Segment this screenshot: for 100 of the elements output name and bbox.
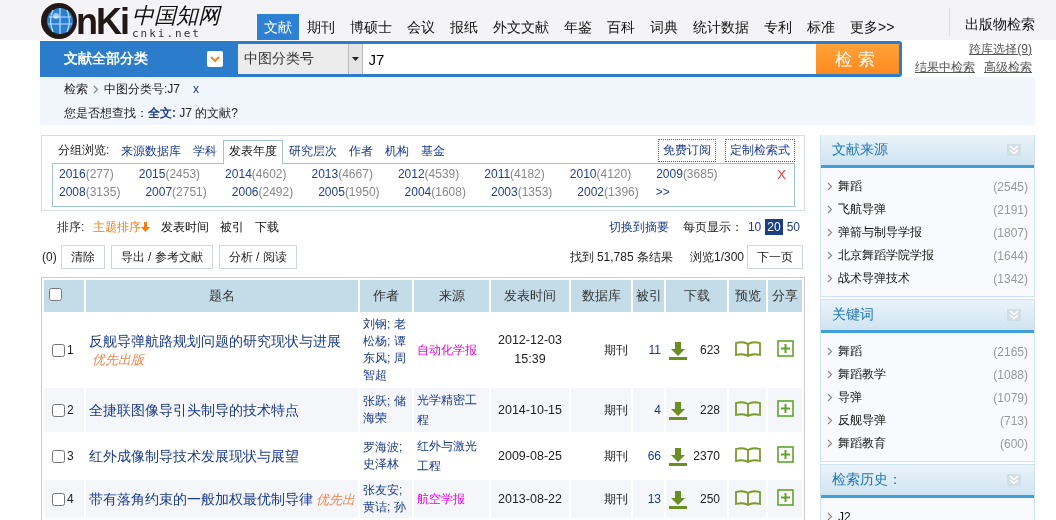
- share-icon[interactable]: [776, 340, 794, 357]
- row-checkbox[interactable]: [52, 343, 65, 357]
- row-checkbox[interactable]: [52, 492, 65, 506]
- sort-option[interactable]: 下载: [255, 218, 280, 236]
- group-tab[interactable]: 学科: [187, 140, 224, 162]
- year-link[interactable]: 2013(4667): [311, 167, 373, 181]
- sort-option[interactable]: 被引: [220, 218, 245, 236]
- year-link[interactable]: 2004(1608): [404, 185, 466, 199]
- group-tab[interactable]: 研究层次: [283, 140, 344, 162]
- title-link[interactable]: 红外成像制导技术发展现状与展望: [89, 448, 299, 464]
- year-link[interactable]: 2014(4602): [225, 167, 287, 181]
- group-tab[interactable]: 来源数据库: [115, 140, 188, 162]
- book-icon[interactable]: [734, 446, 761, 463]
- title-link[interactable]: 反舰导弹航路规划问题的研究现状与进展: [89, 333, 341, 349]
- nav-tab[interactable]: 年鉴: [557, 14, 599, 40]
- subscribe-button[interactable]: 定制检索式: [725, 139, 795, 162]
- row-checkbox[interactable]: [52, 403, 65, 417]
- facet-link[interactable]: 舞蹈教育: [838, 435, 886, 452]
- group-tab[interactable]: 发表年度: [223, 140, 284, 164]
- database-select-link[interactable]: 跨库选择(9): [969, 41, 1032, 58]
- nav-tab[interactable]: 报纸: [443, 14, 485, 40]
- field-select[interactable]: 中图分类号: [237, 44, 363, 74]
- nav-tab[interactable]: 文献: [257, 14, 299, 40]
- book-icon[interactable]: [734, 400, 761, 417]
- year-link[interactable]: 2010(4120): [569, 167, 632, 181]
- search-option-link[interactable]: 结果中检索: [915, 59, 975, 76]
- per-page-option[interactable]: 10: [745, 219, 764, 235]
- year-link[interactable]: 2008(3135): [59, 185, 121, 199]
- facet-link[interactable]: 舞蹈: [838, 178, 862, 195]
- sort-option[interactable]: 发表时间: [161, 218, 210, 236]
- share-icon[interactable]: [776, 489, 794, 506]
- year-link[interactable]: 2016(277): [59, 167, 114, 181]
- book-icon[interactable]: [734, 489, 761, 506]
- download-icon[interactable]: [669, 340, 687, 360]
- facet-link[interactable]: 舞蹈: [838, 343, 862, 360]
- nav-tab[interactable]: 百科: [600, 14, 642, 40]
- download-icon[interactable]: [669, 400, 687, 420]
- facet-link[interactable]: 弹箭与制导学报: [838, 224, 922, 241]
- close-button[interactable]: X: [777, 167, 786, 182]
- year-link[interactable]: 2015(2453): [138, 167, 201, 181]
- group-tab[interactable]: 机构: [379, 140, 416, 162]
- per-page-option[interactable]: 20: [765, 219, 783, 235]
- nav-tab[interactable]: 博硕士: [343, 14, 399, 40]
- facet-link[interactable]: J2: [838, 509, 851, 520]
- year-link[interactable]: 2011(4182): [484, 167, 545, 181]
- chevron-icon: [827, 228, 833, 237]
- facet-link[interactable]: 战术导弹技术: [838, 270, 910, 287]
- source-link[interactable]: 红外与激光工程: [417, 436, 486, 476]
- nav-tab[interactable]: 会议: [400, 14, 442, 40]
- download-icon[interactable]: [669, 489, 687, 509]
- nav-tab[interactable]: 外文文献: [486, 14, 556, 40]
- nav-tab[interactable]: 统计数据: [686, 14, 756, 40]
- title-link[interactable]: 带有落角约束的一般加权最优制导律: [89, 491, 313, 507]
- year-link[interactable]: 2007(2751): [145, 185, 207, 199]
- category-dropdown[interactable]: 文献全部分类: [40, 41, 235, 77]
- search-bar[interactable]: 中图分类号 J7 检索: [234, 41, 903, 77]
- year-link[interactable]: 2012(4539): [397, 167, 460, 181]
- share-icon[interactable]: [776, 400, 794, 417]
- facet-link[interactable]: 舞蹈教学: [838, 366, 886, 383]
- nav-tab[interactable]: 专利: [757, 14, 799, 40]
- remove-link[interactable]: x: [193, 82, 199, 96]
- nav-tab[interactable]: 期刊: [300, 14, 342, 40]
- year-link[interactable]: 2006(2492): [231, 185, 294, 199]
- action-button[interactable]: 导出 / 参考文献: [110, 245, 213, 269]
- select-all-checkbox[interactable]: [49, 288, 62, 301]
- breadcrumb-item[interactable]: 中图分类号:J7: [104, 80, 180, 98]
- citation-count[interactable]: 66: [647, 449, 661, 463]
- group-tab[interactable]: 基金: [415, 140, 452, 162]
- breadcrumb-item[interactable]: 检索: [64, 80, 88, 98]
- year-link[interactable]: 2005(1950): [318, 185, 380, 199]
- row-checkbox[interactable]: [52, 449, 65, 463]
- book-icon[interactable]: [734, 340, 761, 357]
- action-button[interactable]: 清除: [60, 245, 105, 269]
- citation-count[interactable]: 11: [648, 343, 661, 357]
- facet-link[interactable]: 反舰导弹: [838, 412, 886, 429]
- download-icon[interactable]: [669, 446, 687, 466]
- more-link[interactable]: >>: [655, 185, 670, 199]
- search-option-link[interactable]: 高级检索: [984, 59, 1032, 76]
- source-link[interactable]: 自动化学报: [417, 340, 486, 360]
- year-link[interactable]: 2009(3685): [656, 167, 718, 181]
- facet-link[interactable]: 北京舞蹈学院学报: [838, 247, 934, 264]
- subscribe-button[interactable]: 免费订阅: [658, 139, 716, 162]
- year-link[interactable]: 2002(1396): [577, 185, 639, 199]
- facet-link[interactable]: 导弹: [838, 389, 862, 406]
- next-page-button[interactable]: 下一页: [747, 245, 803, 269]
- nav-tab[interactable]: 更多>>: [843, 14, 902, 40]
- switch-view-link[interactable]: 切换到摘要: [608, 218, 669, 236]
- citation-count[interactable]: 13: [647, 492, 661, 506]
- facet-count: (1644): [993, 248, 1028, 263]
- database-type: 期刊: [604, 491, 628, 506]
- group-tab[interactable]: 作者: [343, 140, 380, 162]
- year-link[interactable]: 2003(1353): [490, 185, 553, 199]
- facet-link[interactable]: 飞航导弹: [838, 201, 886, 218]
- nav-tab[interactable]: 标准: [800, 14, 842, 40]
- nav-tab[interactable]: 词典: [643, 14, 685, 40]
- per-page-option[interactable]: 50: [784, 219, 802, 235]
- share-icon[interactable]: [776, 446, 794, 463]
- action-button[interactable]: 分析 / 阅读: [218, 245, 297, 269]
- citation-count[interactable]: 4: [654, 403, 661, 417]
- publication-search-link[interactable]: 出版物检索: [965, 16, 1035, 34]
